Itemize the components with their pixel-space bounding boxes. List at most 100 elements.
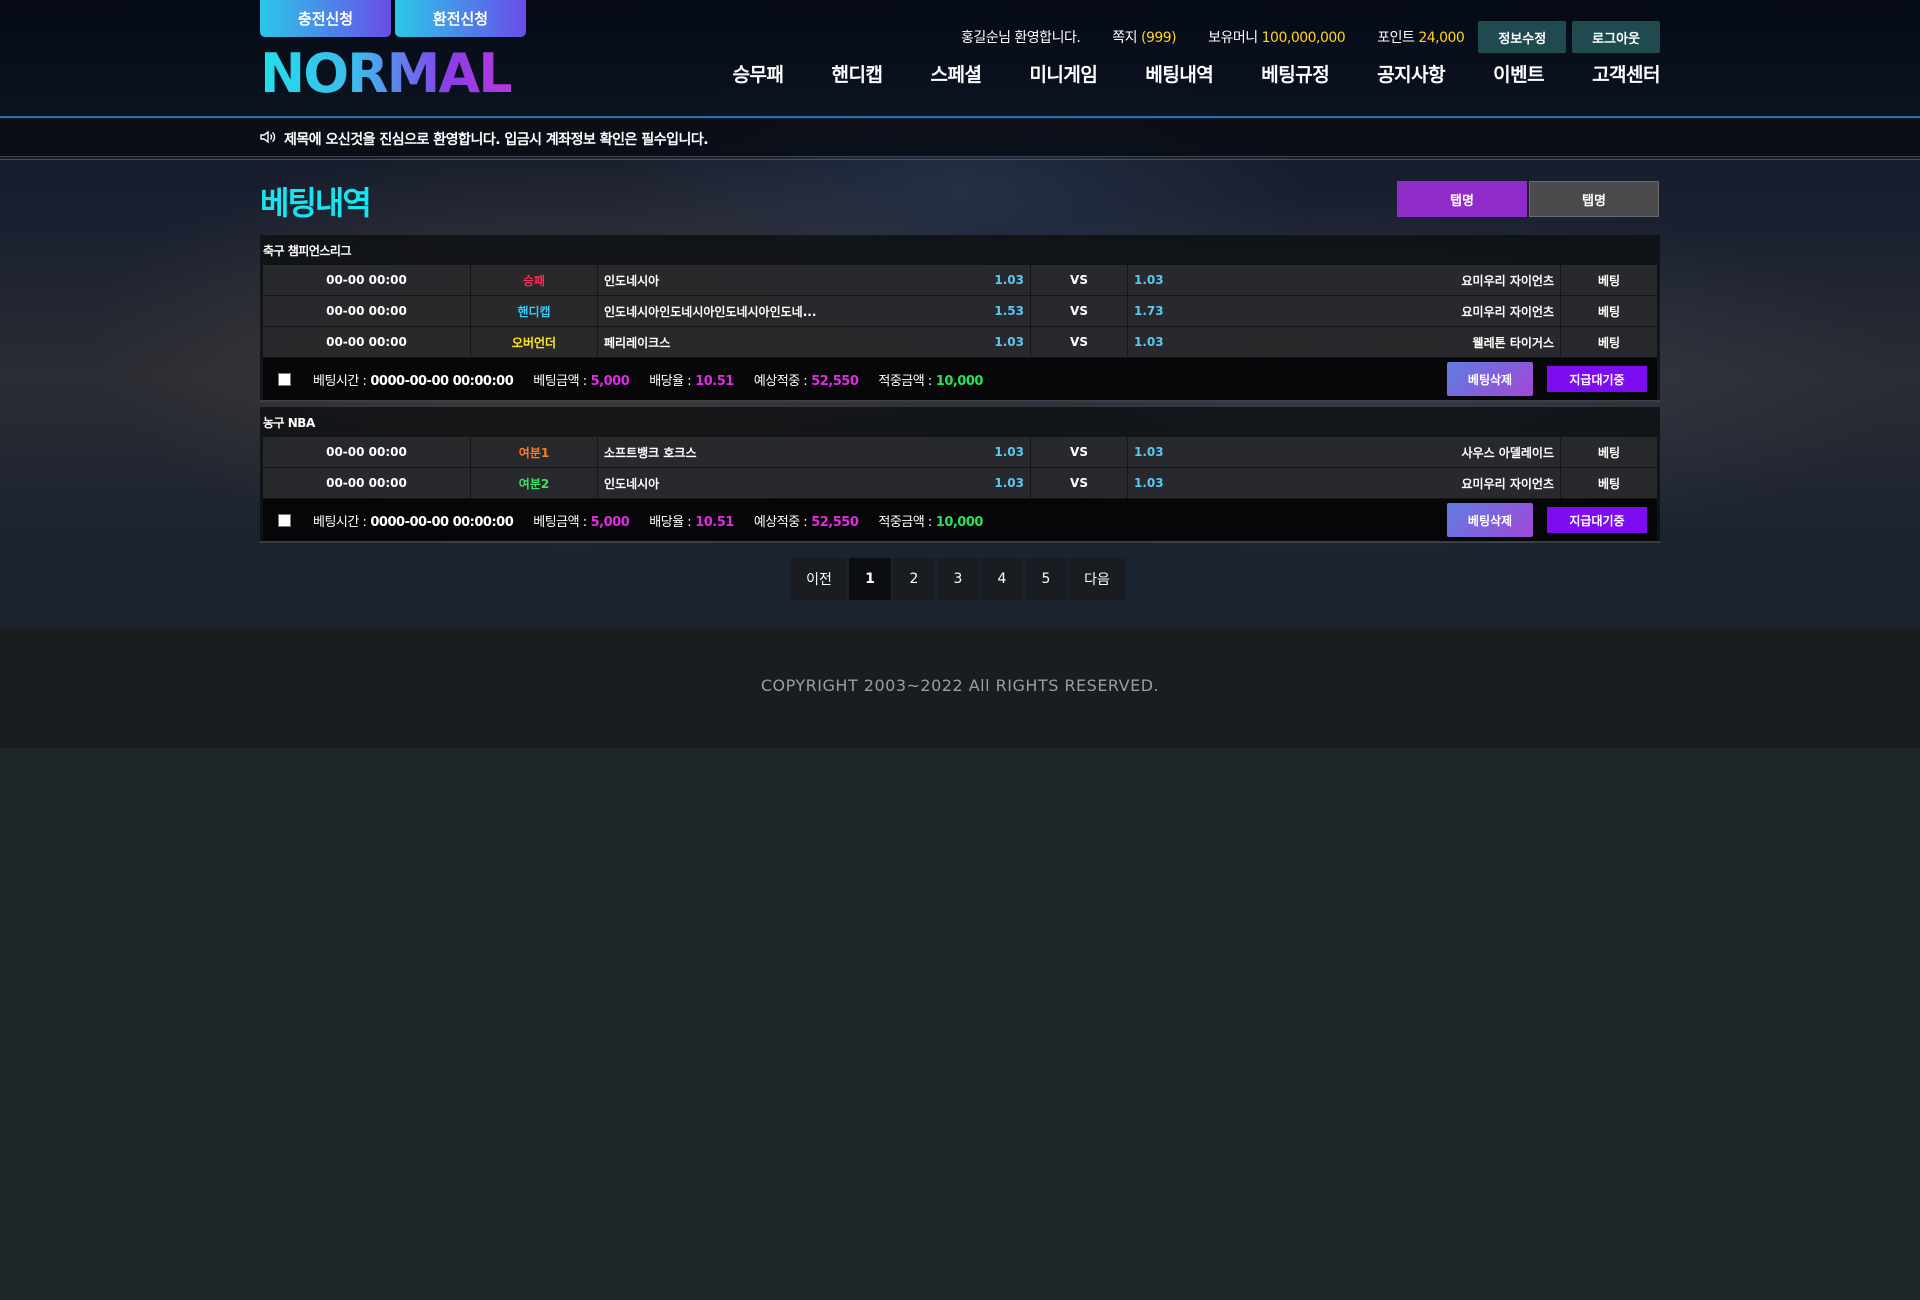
- prev-page-button[interactable]: 이전: [791, 558, 847, 600]
- memo-link[interactable]: 쪽지 (999): [1112, 27, 1176, 47]
- tab-2[interactable]: 탭명: [1529, 181, 1659, 217]
- bet-type: 여분1: [471, 437, 598, 467]
- nav-item-notice[interactable]: 공지사항: [1377, 60, 1445, 87]
- notice-text: 제목에 오신것을 진심으로 환영합니다. 입금시 계좌정보 확인은 필수입니다.: [284, 132, 709, 148]
- match-time: 00-00 00:00: [263, 296, 471, 326]
- hit-amount-label: 적중금액 :: [878, 514, 932, 530]
- page-button-5[interactable]: 5: [1025, 558, 1067, 600]
- hit-amount: 적중금액 : 10,000: [878, 370, 983, 389]
- bet-status: 베팅: [1597, 335, 1621, 350]
- expected-win-value: 52,550: [811, 373, 859, 389]
- home-odd: 1.53: [994, 304, 1024, 318]
- away-odd: 1.03: [1134, 273, 1164, 287]
- bet-rate: 배당율 : 10.51: [649, 370, 734, 389]
- bet-row: 00-00 00:00 여분1 소프트뱅크 호크스 1.03 VS 1.03 사우스…: [263, 437, 1657, 468]
- select-checkbox[interactable]: [278, 372, 291, 386]
- speaker-icon: [260, 130, 276, 148]
- vs-label: VS: [1031, 468, 1128, 498]
- hit-amount: 적중금액 : 10,000: [878, 511, 983, 530]
- expected-win-value: 52,550: [811, 514, 859, 530]
- bet-rate-label: 배당율 :: [649, 373, 692, 389]
- bet-block-1: 축구 챔피언스리그 00-00 00:00 승패 인도네시아 1.03 VS 1.…: [260, 235, 1660, 402]
- bet-time-label: 베팅시간 :: [313, 373, 367, 389]
- home-team: 소프트뱅크 호크스: [604, 445, 697, 460]
- payout-pending-button[interactable]: 지급대기중: [1547, 507, 1647, 533]
- page-button-1[interactable]: 1: [849, 558, 891, 600]
- payout-pending-button[interactable]: 지급대기중: [1547, 366, 1647, 392]
- nav-item-support[interactable]: 고객센터: [1592, 60, 1660, 87]
- select-checkbox[interactable]: [278, 513, 291, 527]
- home-odd: 1.03: [994, 273, 1024, 287]
- notice-bar: 제목에 오신것을 진심으로 환영합니다. 입금시 계좌정보 확인은 필수입니다.: [0, 119, 1920, 160]
- home-odd: 1.03: [994, 476, 1024, 490]
- logout-button[interactable]: 로그아웃: [1572, 21, 1660, 53]
- bet-amount-value: 5,000: [590, 514, 630, 530]
- header: 충전신청 환전신청 NORMAL 홍길순님 환영합니다. 쪽지 (999) 보유…: [0, 0, 1920, 118]
- memo-label: 쪽지: [1112, 30, 1138, 46]
- bet-block-2: 농구 NBA 00-00 00:00 여분1 소프트뱅크 호크스 1.03 VS …: [260, 407, 1660, 543]
- edit-info-button[interactable]: 정보수정: [1478, 21, 1567, 53]
- expected-win-label: 예상적중 :: [753, 514, 808, 530]
- charge-request-button[interactable]: 충전신청: [260, 0, 391, 37]
- delete-bet-button[interactable]: 베팅삭제: [1447, 503, 1533, 537]
- copyright: COPYRIGHT 2003~2022 All RIGHTS RESERVED.: [760, 676, 1160, 695]
- nav-item-bet-history[interactable]: 베팅내역: [1145, 60, 1213, 87]
- bet-status: 베팅: [1597, 273, 1621, 288]
- delete-bet-button[interactable]: 베팅삭제: [1447, 362, 1533, 396]
- home-team: 인도네시아: [604, 476, 660, 491]
- away-team: 요미우리 자이언츠: [1461, 304, 1555, 319]
- nav-item-bet-rules[interactable]: 베팅규정: [1261, 60, 1329, 87]
- bet-row: 00-00 00:00 오버언더 페리레이크스 1.03 VS 1.03 웰레톤 타…: [263, 327, 1657, 358]
- bet-time-value: 0000-00-00 00:00:00: [370, 514, 514, 530]
- home-team: 인도네시아인도네시아인도네시아인도네...: [604, 304, 817, 319]
- hit-amount-value: 10,000: [935, 373, 984, 389]
- page-button-3[interactable]: 3: [937, 558, 979, 600]
- header-inner: 충전신청 환전신청 NORMAL 홍길순님 환영합니다. 쪽지 (999) 보유…: [260, 0, 1660, 118]
- nav-item-handicap[interactable]: 핸디캡: [832, 60, 883, 87]
- vs-label: VS: [1031, 437, 1128, 467]
- home-cell: 인도네시아 1.03: [598, 468, 1031, 498]
- expected-win: 예상적중 : 52,550: [754, 370, 859, 389]
- away-cell: 1.03 사우스 아델레이드: [1128, 437, 1561, 467]
- home-odd: 1.03: [994, 445, 1024, 459]
- pagination: 이전 1 2 3 4 5 다음: [791, 558, 1125, 600]
- bet-summary: 베팅시간 : 0000-00-00 00:00:00 베팅금액 : 5,000 …: [263, 499, 1657, 541]
- bet-time: 베팅시간 : 0000-00-00 00:00:00: [313, 370, 514, 389]
- next-page-button[interactable]: 다음: [1069, 558, 1125, 600]
- nav-item-event[interactable]: 이벤트: [1493, 60, 1544, 87]
- away-cell: 1.03 요미우리 자이언츠: [1128, 265, 1561, 295]
- expected-win: 예상적중 : 52,550: [754, 511, 859, 530]
- bet-rate: 배당율 : 10.51: [649, 511, 734, 530]
- point-label: 포인트: [1377, 30, 1415, 46]
- match-time: 00-00 00:00: [263, 468, 471, 498]
- logo[interactable]: NORMAL: [260, 47, 513, 101]
- bet-row: 00-00 00:00 여분2 인도네시아 1.03 VS 1.03 요미우리 자이…: [263, 468, 1657, 499]
- bet-rate-value: 10.51: [695, 514, 734, 530]
- nav-item-special[interactable]: 스페셜: [930, 60, 981, 87]
- welcome-text: 홍길순님 환영합니다.: [960, 30, 1081, 46]
- away-odd: 1.03: [1134, 335, 1164, 349]
- exchange-request-button[interactable]: 환전신청: [395, 0, 526, 37]
- home-team: 페리레이크스: [604, 335, 671, 350]
- nav-item-minigame[interactable]: 미니게임: [1029, 60, 1097, 87]
- tab-1[interactable]: 탭명: [1397, 181, 1527, 217]
- away-cell: 1.03 요미우리 자이언츠: [1128, 468, 1561, 498]
- bet-summary: 베팅시간 : 0000-00-00 00:00:00 베팅금액 : 5,000 …: [263, 358, 1657, 400]
- page-button-2[interactable]: 2: [893, 558, 935, 600]
- page-button-4[interactable]: 4: [981, 558, 1023, 600]
- user-bar: 홍길순님 환영합니다. 쪽지 (999) 보유머니 100,000,000 포인…: [961, 21, 1660, 53]
- away-odd: 1.03: [1134, 476, 1164, 490]
- nav-item-win-draw-lose[interactable]: 승무패: [733, 60, 784, 87]
- home-cell: 인도네시아 1.03: [598, 265, 1031, 295]
- notice: 제목에 오신것을 진심으로 환영합니다. 입금시 계좌정보 확인은 필수입니다.: [260, 129, 709, 149]
- home-cell: 인도네시아인도네시아인도네시아인도네... 1.53: [598, 296, 1031, 326]
- league-name: 축구 챔피언스리그: [263, 243, 352, 258]
- bet-amount: 베팅금액 : 5,000: [533, 511, 630, 530]
- away-odd: 1.03: [1134, 445, 1164, 459]
- point-info: 포인트 24,000: [1377, 27, 1465, 47]
- bet-type: 핸디캡: [471, 296, 598, 326]
- bet-status: 베팅: [1597, 476, 1621, 491]
- bet-time-value: 0000-00-00 00:00:00: [370, 373, 514, 389]
- bet-status: 베팅: [1597, 445, 1621, 460]
- away-odd: 1.73: [1134, 304, 1164, 318]
